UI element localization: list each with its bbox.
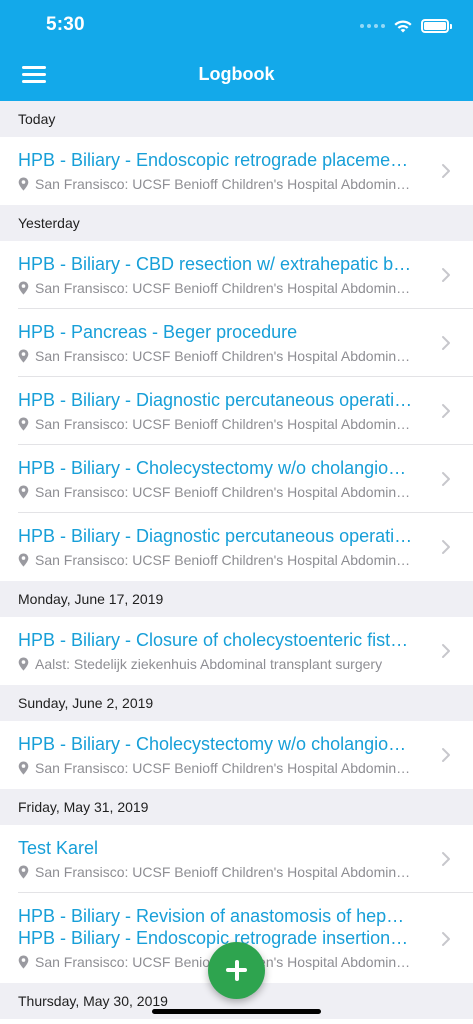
entry-title: HPB - Biliary - Endoscopic retrograde pl… bbox=[18, 150, 413, 170]
location-pin-icon bbox=[18, 417, 29, 431]
entry-location-text: San Fransisco: UCSF Benioff Children's H… bbox=[35, 416, 413, 432]
location-pin-icon bbox=[18, 657, 29, 671]
chevron-right-icon bbox=[442, 164, 450, 178]
entry-title: HPB - Biliary - Cholecystectomy w/o chol… bbox=[18, 734, 413, 754]
logbook-entry[interactable]: HPB - Pancreas - Beger procedure San Fra… bbox=[0, 309, 473, 377]
battery-icon bbox=[421, 19, 452, 33]
location-pin-icon bbox=[18, 553, 29, 567]
section-header: Sunday, June 2, 2019 bbox=[0, 685, 473, 721]
logbook-entry[interactable]: HPB - Biliary - Closure of cholecystoent… bbox=[0, 617, 473, 685]
entry-location-text: San Fransisco: UCSF Benioff Children's H… bbox=[35, 280, 413, 296]
entry-location: Aalst: Stedelijk ziekenhuis Abdominal tr… bbox=[18, 655, 413, 673]
chevron-right-icon bbox=[442, 932, 450, 946]
location-pin-icon bbox=[18, 349, 29, 363]
app-header: 5:30 Logbook bbox=[0, 0, 473, 101]
entry-location: San Fransisco: UCSF Benioff Children's H… bbox=[18, 759, 413, 777]
entry-location: San Fransisco: UCSF Benioff Children's H… bbox=[18, 279, 413, 297]
entry-title: Test Karel bbox=[18, 838, 99, 858]
location-pin-icon bbox=[18, 485, 29, 499]
location-pin-icon bbox=[18, 177, 29, 191]
wifi-icon bbox=[394, 19, 412, 32]
location-pin-icon bbox=[18, 761, 29, 775]
chevron-right-icon bbox=[442, 336, 450, 350]
location-pin-icon bbox=[18, 865, 29, 879]
entry-location-text: San Fransisco: UCSF Benioff Children's H… bbox=[35, 348, 413, 364]
entry-location-text: San Fransisco: UCSF Benioff Children's H… bbox=[35, 484, 413, 500]
logbook-entry[interactable]: HPB - Biliary - Endoscopic retrograde pl… bbox=[0, 137, 473, 205]
location-pin-icon bbox=[18, 955, 29, 969]
section-header: Today bbox=[0, 101, 473, 137]
logbook-entry[interactable]: HPB - Biliary - Diagnostic percutaneous … bbox=[0, 377, 473, 445]
entry-title: HPB - Biliary - CBD resection w/ extrahe… bbox=[18, 254, 413, 274]
entry-location: San Fransisco: UCSF Benioff Children's H… bbox=[18, 483, 413, 501]
chevron-right-icon bbox=[442, 540, 450, 554]
entry-title: HPB - Biliary - Revision of anastomosis … bbox=[18, 906, 413, 926]
section-header: Friday, May 31, 2019 bbox=[0, 789, 473, 825]
status-icons bbox=[360, 15, 452, 37]
logbook-entry[interactable]: HPB - Biliary - Cholecystectomy w/o chol… bbox=[0, 721, 473, 789]
page-title: Logbook bbox=[198, 64, 275, 84]
signal-icon bbox=[360, 24, 385, 28]
entry-title: HPB - Pancreas - Beger procedure bbox=[18, 322, 298, 342]
entry-title: HPB - Biliary - Closure of cholecystoent… bbox=[18, 630, 413, 650]
chevron-right-icon bbox=[442, 644, 450, 658]
entry-location: San Fransisco: UCSF Benioff Children's H… bbox=[18, 415, 413, 433]
logbook-entry[interactable]: HPB - Biliary - Diagnostic percutaneous … bbox=[0, 513, 473, 581]
entry-location: San Fransisco: UCSF Benioff Children's H… bbox=[18, 175, 413, 193]
entry-location-text: San Fransisco: UCSF Benioff Children's H… bbox=[35, 176, 413, 192]
location-pin-icon bbox=[18, 281, 29, 295]
entry-location-text: Aalst: Stedelijk ziekenhuis Abdominal tr… bbox=[35, 656, 383, 672]
entry-title-secondary: HPB - Biliary - Endoscopic retrograde in… bbox=[18, 928, 413, 948]
entry-location-text: San Fransisco: UCSF Benioff Children's H… bbox=[35, 552, 413, 568]
add-entry-button[interactable] bbox=[208, 942, 265, 999]
entry-location-text: San Fransisco: UCSF Benioff Children's H… bbox=[35, 864, 413, 880]
chevron-right-icon bbox=[442, 404, 450, 418]
section-header: Yesterday bbox=[0, 205, 473, 241]
chevron-right-icon bbox=[442, 748, 450, 762]
chevron-right-icon bbox=[442, 472, 450, 486]
entry-title: HPB - Biliary - Diagnostic percutaneous … bbox=[18, 390, 413, 410]
entry-location-text: San Fransisco: UCSF Benioff Children's H… bbox=[35, 760, 413, 776]
logbook-entry[interactable]: Test Karel San Fransisco: UCSF Benioff C… bbox=[0, 825, 473, 893]
entry-title: HPB - Biliary - Cholecystectomy w/o chol… bbox=[18, 458, 413, 478]
logbook-entry[interactable]: HPB - Biliary - Cholecystectomy w/o chol… bbox=[0, 445, 473, 513]
section-header: Monday, June 17, 2019 bbox=[0, 581, 473, 617]
entry-title: HPB - Biliary - Diagnostic percutaneous … bbox=[18, 526, 413, 546]
chevron-right-icon bbox=[442, 852, 450, 866]
entry-location: San Fransisco: UCSF Benioff Children's H… bbox=[18, 551, 413, 569]
logbook-list: Today HPB - Biliary - Endoscopic retrogr… bbox=[0, 101, 473, 1019]
entry-location: San Fransisco: UCSF Benioff Children's H… bbox=[18, 347, 413, 365]
chevron-right-icon bbox=[442, 268, 450, 282]
logbook-entry[interactable]: HPB - Biliary - CBD resection w/ extrahe… bbox=[0, 241, 473, 309]
home-indicator bbox=[152, 1009, 321, 1014]
entry-location: San Fransisco: UCSF Benioff Children's H… bbox=[18, 863, 413, 881]
status-time: 5:30 bbox=[46, 14, 85, 35]
